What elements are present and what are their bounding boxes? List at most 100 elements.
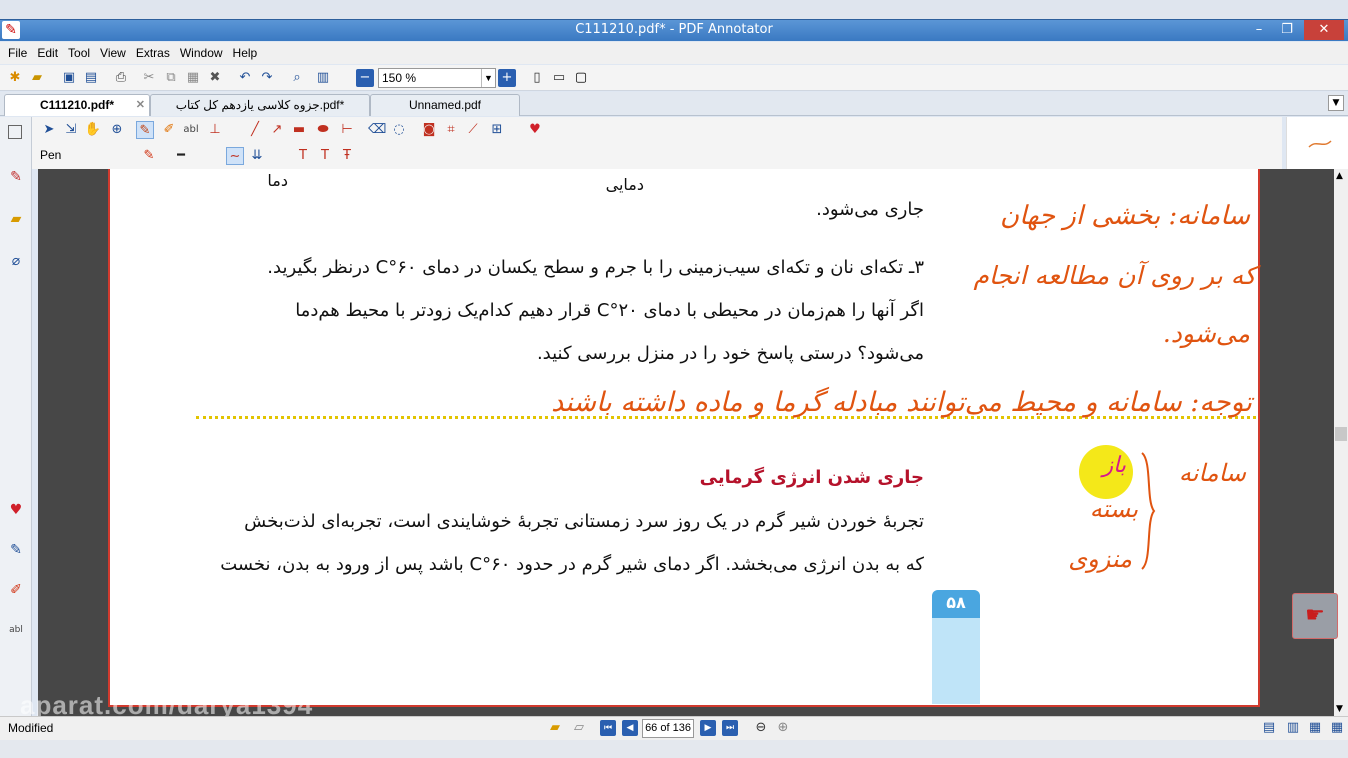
find-icon[interactable]: ⌕	[288, 69, 306, 87]
menu-bar: File Edit Tool View Extras Window Help	[0, 42, 1348, 64]
view-facing-icon[interactable]: ▦	[1306, 719, 1324, 737]
smooth-stroke-icon[interactable]: ∼	[226, 147, 244, 165]
highlighter-icon[interactable]: ✐	[160, 121, 178, 139]
measure-icon[interactable]: ⊢	[338, 121, 356, 139]
close-button[interactable]: ✕	[1304, 20, 1344, 40]
insert-image-icon[interactable]: ⊞	[488, 121, 506, 139]
pen-blue-icon[interactable]: ✎	[6, 540, 26, 560]
crop-icon[interactable]: ⌗	[442, 121, 460, 139]
scroll-thumb[interactable]	[1335, 427, 1347, 441]
copy-icon[interactable]: ⧉	[162, 69, 180, 87]
tab-jozve[interactable]: جزوه کلاسی یازدهم کل کتاب.pdf*	[150, 94, 370, 116]
magnifier-icon[interactable]: ⊕	[108, 121, 126, 139]
last-page-icon[interactable]: ⏭	[722, 720, 738, 736]
single-page-icon[interactable]: ▯	[528, 69, 546, 87]
page-number: ۵۸	[932, 590, 980, 618]
tab-c111210[interactable]: C111210.pdf* ✕	[4, 94, 150, 116]
handnote-2: توجه: سامانه و محیط می‌توانند مبادله گرم…	[551, 387, 1252, 418]
menu-extras[interactable]: Extras	[136, 46, 170, 60]
two-page-icon[interactable]: ▭	[550, 69, 568, 87]
textbox-sidebar-icon[interactable]: abl	[6, 620, 26, 640]
menu-window[interactable]: Window	[180, 46, 223, 60]
undo-icon[interactable]: ↶	[236, 69, 254, 87]
open-folder-icon[interactable]: ▰	[28, 69, 46, 87]
attachment-icon[interactable]: ⌀	[6, 251, 26, 271]
print-icon[interactable]: ⎙	[112, 69, 130, 87]
zoom-in-icon[interactable]: +	[498, 69, 516, 87]
next-page-icon[interactable]: ▶	[700, 720, 716, 736]
paste-icon[interactable]: ▦	[184, 69, 202, 87]
zoom-out-icon[interactable]: −	[356, 69, 374, 87]
select-text-icon[interactable]: ⇲	[62, 121, 80, 139]
delete-icon[interactable]: ✖	[206, 69, 224, 87]
ellipse-icon[interactable]: ⬬	[314, 121, 332, 139]
lasso-icon[interactable]: ◌	[390, 121, 408, 139]
ruler-icon[interactable]: ⟋	[464, 121, 482, 139]
save-as-icon[interactable]: ▤	[82, 69, 100, 87]
rectangle-icon[interactable]: ▬	[290, 121, 308, 139]
page-view-icon[interactable]	[8, 125, 22, 139]
document-viewer[interactable]: دما دمایی جاری می‌شود. ۳ـ تکه‌ای نان و ت…	[38, 169, 1334, 716]
new-icon[interactable]: ✱	[6, 69, 24, 87]
page-indicator[interactable]: 66 of 136	[642, 719, 694, 738]
menu-edit[interactable]: Edit	[37, 46, 58, 60]
select-arrow-icon[interactable]: ➤	[40, 121, 58, 139]
view-continuous-icon[interactable]: ▥	[1284, 719, 1302, 737]
menu-help[interactable]: Help	[233, 46, 258, 60]
history-back-icon[interactable]: ⊖	[752, 719, 770, 737]
camera-icon[interactable]: ◙	[420, 121, 438, 139]
layout-icon[interactable]: ▥	[314, 69, 332, 87]
handnote-3-isolated: منزوی	[1068, 545, 1132, 573]
menu-view[interactable]: View	[100, 46, 126, 60]
handnote-1-line3: می‌شود.	[1162, 319, 1250, 348]
pdf-page[interactable]: دما دمایی جاری می‌شود. ۳ـ تکه‌ای نان و ت…	[108, 169, 1260, 707]
stamp-icon[interactable]: ⊥	[206, 121, 224, 139]
text-color-icon[interactable]: T	[294, 147, 312, 165]
window-title: C111210.pdf* - PDF Annotator	[575, 22, 773, 37]
strikeout-icon[interactable]: Ŧ	[338, 147, 356, 165]
partial-text-b: دمایی	[605, 175, 644, 194]
snap-icon[interactable]: ⇊	[248, 147, 266, 165]
pen-icon[interactable]: ✎	[136, 121, 154, 139]
scroll-down-icon[interactable]: ▼	[1336, 704, 1343, 714]
zoom-select[interactable]: 150 % ▼	[378, 68, 496, 88]
handwritten-brace	[1141, 452, 1156, 570]
minimize-button[interactable]: –	[1246, 20, 1272, 40]
scroll-up-icon[interactable]: ▲	[1336, 171, 1343, 181]
doc-line-2: ۳ـ تکه‌ای نان و تکه‌ای سیب‌زمینی را با ج…	[267, 257, 924, 278]
first-page-icon[interactable]: ⏮	[600, 720, 616, 736]
pen-sidebar-icon[interactable]: ✎	[6, 167, 26, 187]
doc-line-5: تجربهٔ خوردن شیر گرم در یک روز سرد زمستا…	[244, 511, 924, 532]
underline-icon[interactable]: T	[316, 147, 334, 165]
maximize-button[interactable]: ❐	[1274, 20, 1300, 40]
folder-forward-icon[interactable]: ▱	[570, 719, 588, 737]
favorites-heart-icon[interactable]: ♥	[526, 121, 544, 139]
cut-icon[interactable]: ✂	[140, 69, 158, 87]
menu-tool[interactable]: Tool	[68, 46, 90, 60]
prev-page-icon[interactable]: ◀	[622, 720, 638, 736]
left-sidebar: ✎ ▰ ⌀ ♥ ✎ ✐ abl	[0, 117, 32, 717]
tab-unnamed[interactable]: Unnamed.pdf	[370, 94, 520, 116]
page-number-tab: ۵۸	[932, 590, 980, 704]
pen-color-icon[interactable]: ✎	[140, 147, 158, 165]
history-forward-icon[interactable]: ⊕	[774, 719, 792, 737]
folder-icon[interactable]: ▰	[6, 209, 26, 229]
view-single-icon[interactable]: ▤	[1260, 719, 1278, 737]
textbox-icon[interactable]: abl	[182, 121, 200, 139]
line-width-icon[interactable]: ━	[172, 147, 190, 165]
heart-icon[interactable]: ♥	[6, 500, 26, 520]
fullscreen-icon[interactable]: ▢	[572, 69, 590, 87]
close-tab-icon[interactable]: ✕	[136, 95, 145, 115]
arrow-icon[interactable]: ↗	[268, 121, 286, 139]
hand-tool-icon[interactable]: ✋	[84, 121, 102, 139]
tab-list-icon[interactable]: ▼	[1328, 95, 1344, 111]
line-icon[interactable]: ╱	[246, 121, 264, 139]
touch-hand-button[interactable]: ☛	[1292, 593, 1338, 639]
redo-icon[interactable]: ↷	[258, 69, 276, 87]
view-facing-continuous-icon[interactable]: ▦	[1328, 719, 1346, 737]
highlighter-sidebar-icon[interactable]: ✐	[6, 580, 26, 600]
menu-file[interactable]: File	[8, 46, 27, 60]
save-icon[interactable]: ▣	[60, 69, 78, 87]
eraser-icon[interactable]: ⌫	[368, 121, 386, 139]
folder-back-icon[interactable]: ▰	[546, 719, 564, 737]
